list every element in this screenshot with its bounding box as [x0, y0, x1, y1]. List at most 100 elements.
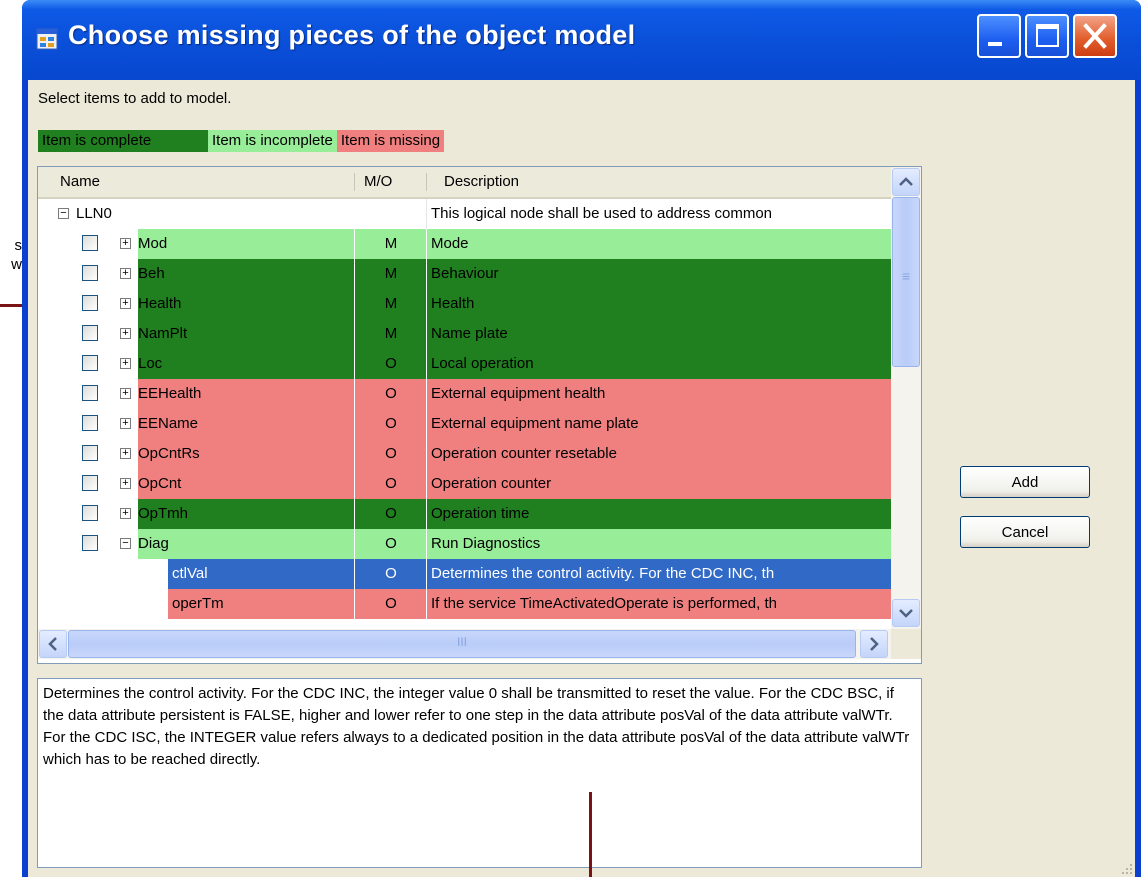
column-header-mo[interactable]: M/O	[364, 167, 392, 197]
row-mo: O	[354, 499, 427, 529]
row-checkbox[interactable]	[82, 355, 98, 371]
row-description: This logical node shall be used to addre…	[426, 199, 891, 229]
tree-row[interactable]: + OpCnt O Operation counter	[38, 469, 891, 499]
row-mo: O	[354, 379, 427, 409]
tree-row-root[interactable]: − LLN0 This logical node shall be used t…	[38, 199, 891, 229]
thumb-grip: III	[456, 635, 467, 649]
dialog-window: Choose missing pieces of the object mode…	[22, 0, 1141, 877]
row-checkbox[interactable]	[82, 535, 98, 551]
maximize-button[interactable]	[1025, 14, 1069, 58]
row-name: OpCntRs	[138, 439, 354, 469]
chevron-left-icon	[48, 637, 57, 651]
row-mo: O	[354, 469, 427, 499]
tree-row-child[interactable]: ctlVal O Determines the control activity. …	[38, 559, 891, 589]
row-description: Health	[426, 289, 891, 319]
scroll-left-button[interactable]	[39, 630, 67, 658]
resize-grip-icon[interactable]	[1119, 861, 1133, 875]
column-header-name[interactable]: Name	[60, 167, 100, 197]
chevron-up-icon	[899, 177, 913, 186]
tree-row[interactable]: + Loc O Local operation	[38, 349, 891, 379]
expand-icon[interactable]: +	[120, 268, 131, 279]
cancel-button[interactable]: Cancel	[960, 516, 1090, 548]
maximize-icon	[1036, 24, 1059, 47]
tree-row[interactable]: + EEName O External equipment name plate	[38, 409, 891, 439]
window-title: Choose missing pieces of the object mode…	[68, 20, 636, 50]
scroll-right-button[interactable]	[860, 630, 888, 658]
row-description: If the service TimeActivatedOperate is p…	[426, 589, 891, 619]
tree-row[interactable]: + Beh M Behaviour	[38, 259, 891, 289]
row-mo: M	[354, 289, 427, 319]
expand-icon[interactable]: +	[120, 418, 131, 429]
expand-icon[interactable]: +	[120, 508, 131, 519]
row-name: Health	[138, 289, 354, 319]
row-mo: O	[354, 439, 427, 469]
tree-row[interactable]: + Health M Health	[38, 289, 891, 319]
row-mo: O	[354, 349, 427, 379]
annotation-text: s w	[11, 237, 22, 273]
row-name: Beh	[138, 259, 354, 289]
row-description: Run Diagnostics	[426, 529, 891, 559]
row-description: Determines the control activity. For the…	[426, 559, 891, 589]
row-mo: M	[354, 229, 427, 259]
tree-row[interactable]: + OpCntRs O Operation counter resetable	[38, 439, 891, 469]
expand-icon[interactable]: +	[120, 448, 131, 459]
tree-row[interactable]: + NamPlt M Name plate	[38, 319, 891, 349]
row-checkbox[interactable]	[82, 235, 98, 251]
scroll-down-button[interactable]	[892, 599, 920, 627]
column-header-description[interactable]: Description	[444, 167, 519, 197]
row-name: NamPlt	[138, 319, 354, 349]
annotation-pointer-line	[589, 792, 592, 877]
row-checkbox[interactable]	[82, 475, 98, 491]
collapse-icon[interactable]: −	[120, 538, 131, 549]
row-checkbox[interactable]	[82, 445, 98, 461]
row-description: Name plate	[426, 319, 891, 349]
column-header-row: Name M/O Description	[38, 167, 891, 199]
collapse-icon[interactable]: −	[58, 208, 69, 219]
tree-row-child[interactable]: operTm O If the service TimeActivatedOpera…	[38, 589, 891, 619]
row-name: Mod	[138, 229, 354, 259]
title-bar[interactable]: Choose missing pieces of the object mode…	[22, 0, 1141, 80]
legend-incomplete: Item is incomplete	[208, 130, 337, 152]
minimize-icon	[988, 42, 1002, 46]
tree-row[interactable]: − Diag O Run Diagnostics	[38, 529, 891, 559]
expand-icon[interactable]: +	[120, 358, 131, 369]
vertical-scrollbar[interactable]: ≡	[891, 167, 921, 629]
horizontal-scrollbar[interactable]: III	[38, 629, 891, 659]
row-checkbox[interactable]	[82, 415, 98, 431]
tree-row[interactable]: + EEHealth O External equipment health	[38, 379, 891, 409]
scroll-up-button[interactable]	[892, 168, 920, 196]
row-description: Mode	[426, 229, 891, 259]
row-name: LLN0	[76, 205, 112, 222]
description-textbox[interactable]: Determines the control activity. For the…	[37, 678, 922, 868]
row-description: Operation counter resetable	[426, 439, 891, 469]
object-model-tree-grid[interactable]: Name M/O Description − LLN0 This logical…	[37, 166, 922, 664]
row-checkbox[interactable]	[82, 295, 98, 311]
expand-icon[interactable]: +	[120, 238, 131, 249]
row-mo: M	[354, 319, 427, 349]
row-name: EEName	[138, 409, 354, 439]
row-description: External equipment health	[426, 379, 891, 409]
tree-row[interactable]: + OpTmh O Operation time	[38, 499, 891, 529]
row-name: OpTmh	[138, 499, 354, 529]
row-checkbox[interactable]	[82, 505, 98, 521]
row-checkbox[interactable]	[82, 325, 98, 341]
thumb-grip: ≡	[901, 268, 911, 284]
close-button[interactable]	[1073, 14, 1117, 58]
tree-row[interactable]: + Mod M Mode	[38, 229, 891, 259]
horizontal-scroll-thumb[interactable]: III	[68, 630, 856, 658]
column-separator	[354, 173, 355, 191]
row-checkbox[interactable]	[82, 265, 98, 281]
add-button[interactable]: Add	[960, 466, 1090, 498]
expand-icon[interactable]: +	[120, 478, 131, 489]
expand-icon[interactable]: +	[120, 328, 131, 339]
row-checkbox[interactable]	[82, 385, 98, 401]
vertical-scroll-thumb[interactable]: ≡	[892, 197, 920, 367]
expand-icon[interactable]: +	[120, 388, 131, 399]
scrollbar-corner	[891, 629, 921, 659]
row-mo: O	[354, 409, 427, 439]
row-name: ctlVal	[168, 559, 354, 589]
expand-icon[interactable]: +	[120, 298, 131, 309]
row-description: Local operation	[426, 349, 891, 379]
column-separator	[426, 173, 427, 191]
minimize-button[interactable]	[977, 14, 1021, 58]
